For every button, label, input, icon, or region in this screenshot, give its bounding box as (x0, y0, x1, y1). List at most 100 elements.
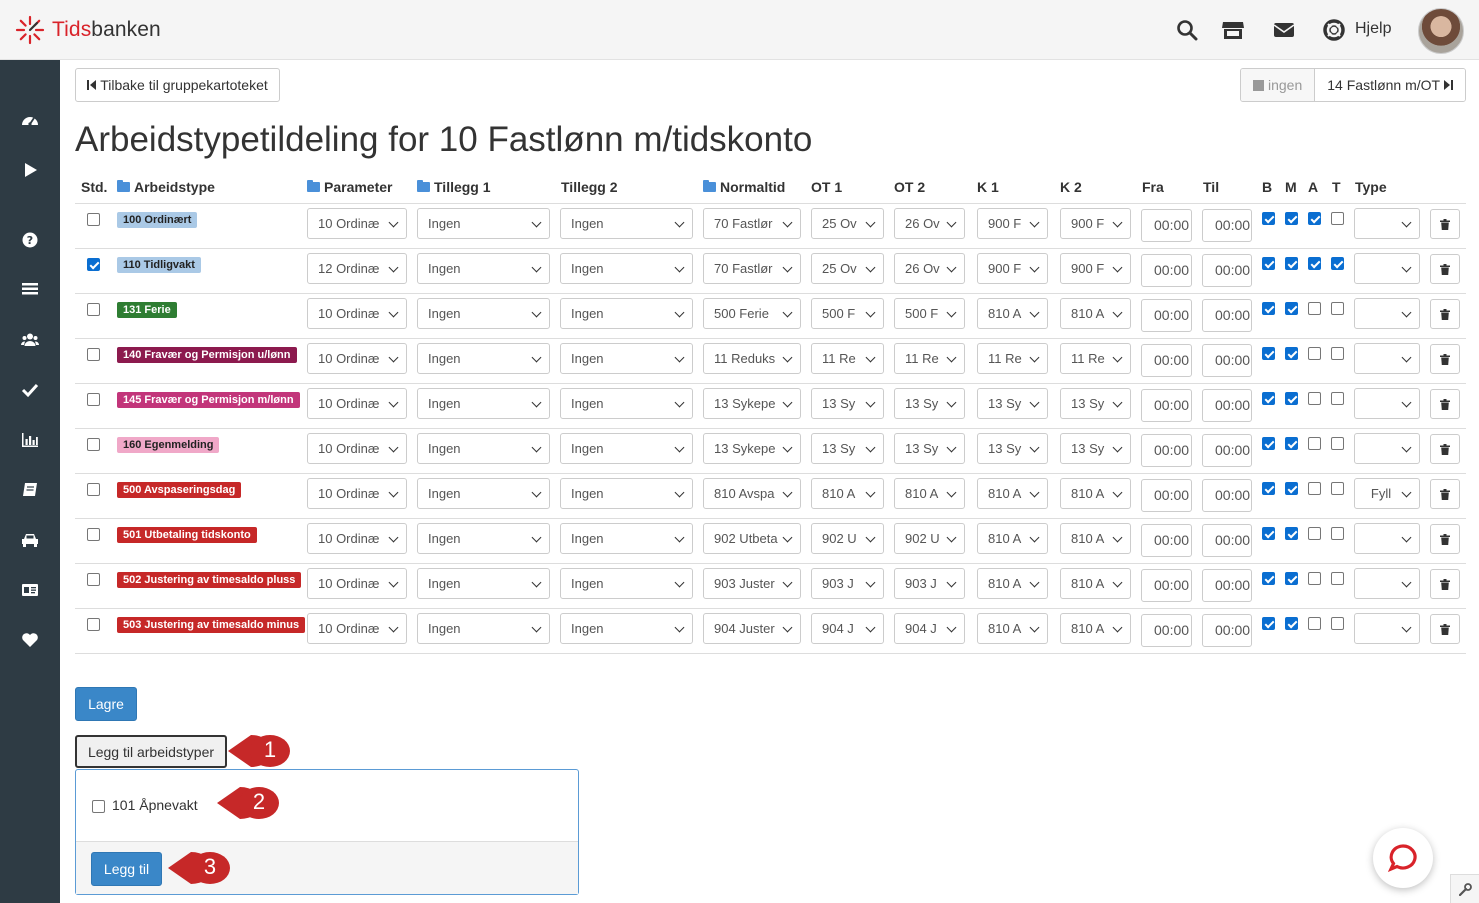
til-time-input[interactable]: 00:00 (1202, 479, 1252, 512)
add-worktypes-button[interactable]: Legg til arbeidstyper (75, 735, 227, 768)
type-select[interactable] (1354, 523, 1420, 554)
type-select[interactable] (1354, 298, 1420, 329)
m-checkbox[interactable] (1285, 347, 1298, 360)
b-checkbox[interactable] (1262, 617, 1275, 630)
bar-chart-icon[interactable] (21, 431, 39, 449)
header-t[interactable]: T (1332, 179, 1341, 195)
header-tillegg1[interactable]: Tillegg 1 (417, 179, 491, 195)
user-avatar[interactable] (1418, 8, 1464, 54)
m-checkbox[interactable] (1285, 257, 1298, 270)
parameter-select[interactable]: 10 Ordinæ (307, 568, 407, 599)
delete-row-button[interactable] (1430, 479, 1460, 509)
m-checkbox[interactable] (1285, 212, 1298, 225)
m-checkbox[interactable] (1285, 617, 1298, 630)
k2-select[interactable]: 810 A (1060, 523, 1131, 554)
ot1-select[interactable]: 25 Ov (811, 253, 884, 284)
m-checkbox[interactable] (1285, 302, 1298, 315)
std-checkbox[interactable] (87, 573, 100, 586)
k2-select[interactable]: 13 Sy (1060, 433, 1131, 464)
t-checkbox[interactable] (1331, 392, 1344, 405)
normaltid-select[interactable]: 11 Reduks (703, 343, 801, 374)
t-checkbox[interactable] (1331, 347, 1344, 360)
header-m[interactable]: M (1285, 179, 1297, 195)
normaltid-select[interactable]: 13 Sykepe (703, 388, 801, 419)
type-select[interactable] (1354, 253, 1420, 284)
k1-select[interactable]: 810 A (977, 523, 1048, 554)
b-checkbox[interactable] (1262, 212, 1275, 225)
a-checkbox[interactable] (1308, 212, 1321, 225)
til-time-input[interactable]: 00:00 (1202, 434, 1252, 467)
std-checkbox[interactable] (87, 483, 100, 496)
k1-select[interactable]: 11 Re (977, 343, 1048, 374)
til-time-input[interactable]: 00:00 (1202, 524, 1252, 557)
m-checkbox[interactable] (1285, 572, 1298, 585)
k1-select[interactable]: 13 Sy (977, 433, 1048, 464)
help-circle-icon[interactable]: ? (21, 231, 39, 249)
ot2-select[interactable]: 26 Ov (894, 253, 965, 284)
fra-time-input[interactable]: 00:00 (1141, 299, 1192, 332)
tillegg2-select[interactable]: Ingen (560, 388, 693, 419)
ot1-select[interactable]: 11 Re (811, 343, 884, 374)
std-checkbox[interactable] (87, 438, 100, 451)
t-checkbox[interactable] (1331, 257, 1344, 270)
k1-select[interactable]: 13 Sy (977, 388, 1048, 419)
til-time-input[interactable]: 00:00 (1202, 389, 1252, 422)
til-time-input[interactable]: 00:00 (1202, 569, 1252, 602)
id-card-icon[interactable] (21, 581, 39, 599)
ot1-select[interactable]: 902 U (811, 523, 884, 554)
header-tillegg2[interactable]: Tillegg 2 (561, 179, 618, 195)
header-parameter[interactable]: Parameter (307, 179, 393, 195)
header-k1[interactable]: K 1 (977, 179, 999, 195)
parameter-select[interactable]: 12 Ordinæ (307, 253, 407, 284)
k2-select[interactable]: 11 Re (1060, 343, 1131, 374)
b-checkbox[interactable] (1262, 302, 1275, 315)
delete-row-button[interactable] (1430, 434, 1460, 464)
k2-select[interactable]: 810 A (1060, 298, 1131, 329)
k1-select[interactable]: 810 A (977, 568, 1048, 599)
add-button[interactable]: Legg til (91, 852, 162, 886)
tillegg1-select[interactable]: Ingen (417, 388, 550, 419)
a-checkbox[interactable] (1308, 437, 1321, 450)
parameter-select[interactable]: 10 Ordinæ (307, 478, 407, 509)
a-checkbox[interactable] (1308, 347, 1321, 360)
tillegg1-select[interactable]: Ingen (417, 523, 550, 554)
ot1-select[interactable]: 500 F (811, 298, 884, 329)
std-checkbox[interactable] (87, 258, 100, 271)
normaltid-select[interactable]: 902 Utbeta (703, 523, 801, 554)
option-label[interactable]: 101 Åpnevakt (112, 797, 198, 813)
type-select[interactable] (1354, 433, 1420, 464)
delete-row-button[interactable] (1430, 209, 1460, 239)
a-checkbox[interactable] (1308, 302, 1321, 315)
ot2-select[interactable]: 26 Ov (894, 208, 965, 239)
tillegg2-select[interactable]: Ingen (560, 298, 693, 329)
t-checkbox[interactable] (1331, 302, 1344, 315)
tillegg1-select[interactable]: Ingen (417, 568, 550, 599)
ot2-select[interactable]: 500 F (894, 298, 965, 329)
parameter-select[interactable]: 10 Ordinæ (307, 433, 407, 464)
tillegg2-select[interactable]: Ingen (560, 253, 693, 284)
tillegg2-select[interactable]: Ingen (560, 613, 693, 644)
settings-wrench-button[interactable] (1450, 874, 1479, 903)
check-icon[interactable] (21, 381, 39, 399)
std-checkbox[interactable] (87, 303, 100, 316)
normaltid-select[interactable]: 70 Fastlør (703, 253, 801, 284)
type-select[interactable] (1354, 208, 1420, 239)
type-select[interactable] (1354, 613, 1420, 644)
car-icon[interactable] (21, 531, 39, 549)
fra-time-input[interactable]: 00:00 (1141, 614, 1192, 647)
header-b[interactable]: B (1262, 179, 1272, 195)
header-type[interactable]: Type (1355, 179, 1387, 195)
ot1-select[interactable]: 13 Sy (811, 388, 884, 419)
a-checkbox[interactable] (1308, 617, 1321, 630)
a-checkbox[interactable] (1308, 482, 1321, 495)
til-time-input[interactable]: 00:00 (1202, 299, 1252, 332)
delete-row-button[interactable] (1430, 389, 1460, 419)
dashboard-icon[interactable] (21, 112, 39, 130)
t-checkbox[interactable] (1331, 617, 1344, 630)
normaltid-select[interactable]: 903 Juster (703, 568, 801, 599)
fra-time-input[interactable]: 00:00 (1141, 569, 1192, 602)
header-ot1[interactable]: OT 1 (811, 179, 842, 195)
delete-row-button[interactable] (1430, 614, 1460, 644)
search-icon[interactable] (1176, 19, 1198, 41)
t-checkbox[interactable] (1331, 437, 1344, 450)
